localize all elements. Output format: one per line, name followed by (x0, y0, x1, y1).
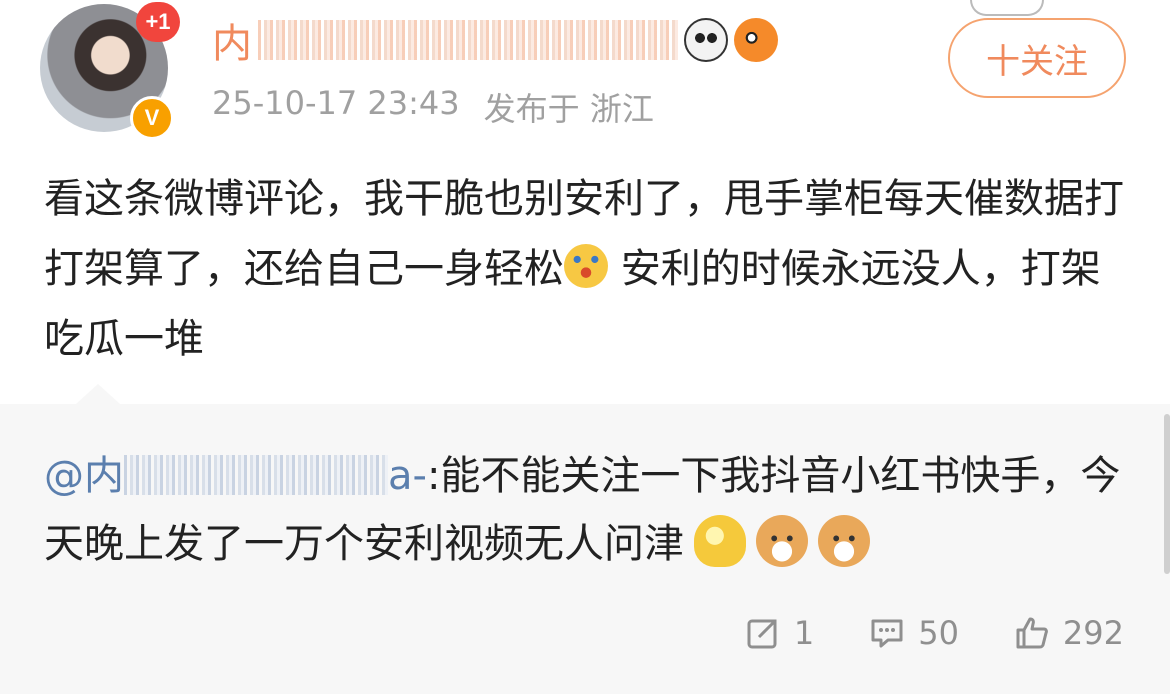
pufferfish-emoji-icon (734, 18, 778, 62)
redacted-mention-blur (124, 455, 388, 495)
melting-face-emoji-icon (694, 515, 746, 567)
reposted-content[interactable]: @内 a-:能不能关注一下我抖音小红书快手，今天晚上发了一万个安利视频无人问津 1… (0, 384, 1170, 694)
author-avatar[interactable]: +1 V (40, 2, 180, 140)
dog-face-emoji-icon (756, 515, 808, 567)
weibo-post-screen: +1 V 内 十关注 25-10-17 23:43 发布于 浙江 看这条微博评论… (0, 0, 1170, 694)
comment-count: 50 (918, 614, 959, 652)
post-meta: 25-10-17 23:43 发布于 浙江 (212, 84, 654, 130)
thumbs-up-icon (1015, 616, 1049, 650)
comment-button[interactable]: 50 (870, 614, 959, 652)
like-count: 292 (1062, 614, 1124, 652)
repost-count: 1 (793, 614, 815, 652)
mention-link[interactable]: @内 a- (44, 453, 427, 499)
laughing-tears-emoji-icon (564, 244, 608, 288)
scrollbar[interactable] (1164, 414, 1170, 574)
action-bar: 1 50 292 (746, 614, 1124, 652)
author-name[interactable]: 内 (212, 12, 778, 68)
author-name-prefix: 内 (212, 21, 252, 67)
follow-button[interactable]: 十关注 (948, 18, 1126, 98)
mention-prefix: @内 (44, 453, 124, 499)
repost-button[interactable]: 1 (746, 614, 814, 652)
repost-body: @内 a-:能不能关注一下我抖音小红书快手，今天晚上发了一万个安利视频无人问津 (44, 442, 1134, 578)
post-body: 看这条微博评论，我干脆也别安利了，甩手掌柜每天催数据打打架算了，还给自己一身轻松… (44, 164, 1134, 374)
redacted-name-blur (258, 20, 678, 60)
notification-badge: +1 (136, 2, 180, 42)
share-icon (746, 616, 780, 650)
repost-pointer (76, 384, 120, 404)
mention-suffix: a- (388, 453, 427, 499)
verified-icon: V (130, 96, 174, 140)
post-location: 发布于 浙江 (483, 90, 654, 128)
like-button[interactable]: 292 (1015, 614, 1124, 652)
dog-face-emoji-icon (818, 515, 870, 567)
comment-icon (870, 616, 904, 650)
decoration-icon (970, 0, 1044, 16)
panda-emoji-icon (684, 18, 728, 62)
post-timestamp: 25-10-17 23:43 (212, 84, 460, 122)
